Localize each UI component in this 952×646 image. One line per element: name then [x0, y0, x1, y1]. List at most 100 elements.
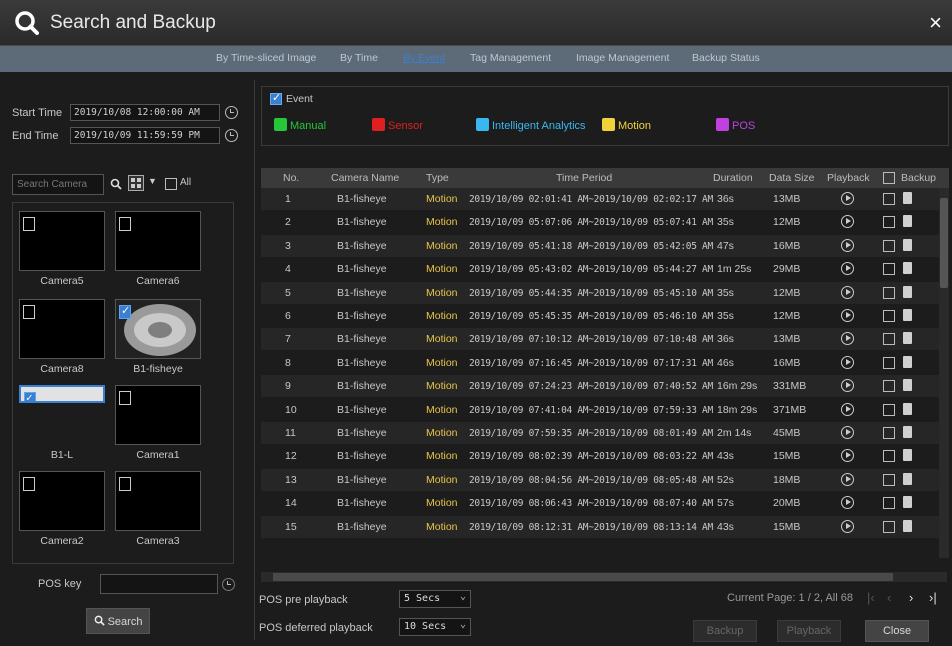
play-icon[interactable]: [841, 519, 854, 533]
document-icon[interactable]: [903, 192, 912, 204]
camera8-checkbox[interactable]: [23, 305, 35, 319]
document-icon[interactable]: [903, 402, 912, 415]
close-icon[interactable]: ×: [929, 12, 942, 34]
event-type-motion[interactable]: Motion: [602, 118, 651, 132]
first-page-icon[interactable]: |‹: [867, 590, 875, 605]
document-icon[interactable]: [903, 215, 912, 228]
backup-checkbox[interactable]: [883, 310, 895, 322]
play-icon[interactable]: [841, 449, 854, 463]
table-row[interactable]: 3 B1-fisheye Motion 2019/10/09 05:41:18 AM~…: [261, 234, 949, 257]
b1-fisheye-checkbox[interactable]: [119, 304, 131, 319]
play-icon[interactable]: [841, 262, 854, 276]
search-button[interactable]: Search: [86, 608, 150, 634]
play-icon[interactable]: [841, 402, 854, 416]
play-icon[interactable]: [841, 355, 854, 369]
scroll-thumb[interactable]: [273, 573, 893, 581]
tab-by-event[interactable]: By Event: [403, 52, 445, 64]
vertical-scrollbar[interactable]: [939, 188, 949, 558]
chevron-down-icon[interactable]: ▼: [148, 176, 157, 186]
pos-deferred-playback-select[interactable]: 10 Secs ⌄: [399, 618, 471, 636]
last-page-icon[interactable]: ›|: [929, 590, 937, 605]
table-row[interactable]: 8 B1-fisheye Motion 2019/10/09 07:16:45 AM~…: [261, 351, 949, 374]
table-row[interactable]: 5 B1-fisheye Motion 2019/10/09 05:44:35 AM~…: [261, 281, 949, 304]
document-icon[interactable]: [903, 449, 912, 462]
backup-checkbox[interactable]: [883, 239, 895, 252]
camera-tile-camera8[interactable]: [19, 299, 105, 359]
search-icon[interactable]: [110, 178, 122, 190]
table-row[interactable]: 15 B1-fisheye Motion 2019/10/09 08:12:31 AM…: [261, 515, 949, 538]
table-row[interactable]: 7 B1-fisheye Motion 2019/10/09 07:10:12 AM~…: [261, 328, 949, 351]
camera-tile-camera2[interactable]: [19, 471, 105, 531]
backup-checkbox[interactable]: [883, 497, 895, 510]
backup-all-checkbox[interactable]: [883, 172, 895, 184]
backup-checkbox[interactable]: [883, 263, 895, 276]
backup-checkbox[interactable]: [883, 380, 895, 393]
document-icon[interactable]: [903, 355, 912, 368]
end-time-input[interactable]: 2019/10/09 11:59:59 PM: [70, 127, 220, 144]
play-icon[interactable]: [841, 379, 854, 393]
end-clock-icon[interactable]: [225, 129, 238, 142]
playback-button[interactable]: Playback: [777, 620, 841, 642]
play-icon[interactable]: [841, 472, 854, 486]
event-type-sensor[interactable]: Sensor: [372, 118, 423, 132]
next-page-icon[interactable]: ›: [909, 590, 913, 605]
camera2-checkbox[interactable]: [23, 477, 35, 491]
pos-clock-icon[interactable]: [222, 578, 235, 591]
camera-tile-camera6[interactable]: [115, 211, 201, 271]
table-row[interactable]: 6 B1-fisheye Motion 2019/10/09 05:45:35 AM~…: [261, 305, 949, 327]
document-icon[interactable]: [903, 519, 912, 532]
document-icon[interactable]: [903, 309, 912, 321]
scroll-thumb[interactable]: [940, 198, 948, 288]
document-icon[interactable]: [903, 238, 912, 251]
table-row[interactable]: 10 B1-fisheye Motion 2019/10/09 07:41:04 AM…: [261, 398, 949, 421]
backup-checkbox[interactable]: [883, 427, 895, 439]
prev-page-icon[interactable]: ‹: [887, 590, 891, 605]
camera1-checkbox[interactable]: [119, 391, 131, 405]
document-icon[interactable]: [903, 472, 912, 485]
backup-checkbox[interactable]: [883, 356, 895, 369]
backup-checkbox[interactable]: [883, 333, 895, 346]
table-row[interactable]: 2 B1-fisheye Motion 2019/10/09 05:07:06 AM~…: [261, 211, 949, 234]
table-row[interactable]: 4 B1-fisheye Motion 2019/10/09 05:43:02 AM~…: [261, 258, 949, 281]
play-icon[interactable]: [841, 285, 854, 299]
document-icon[interactable]: [903, 332, 912, 345]
play-icon[interactable]: [841, 426, 854, 439]
camera-tile-b1-l[interactable]: [19, 385, 105, 403]
play-icon[interactable]: [841, 496, 854, 510]
table-row[interactable]: 1 B1-fisheye Motion 2019/10/09 02:01:41 AM~…: [261, 188, 949, 210]
all-cameras-checkbox[interactable]: [165, 178, 177, 190]
tab-image-management[interactable]: Image Management: [576, 52, 669, 64]
table-row[interactable]: 11 B1-fisheye Motion 2019/10/09 07:59:35 AM…: [261, 422, 949, 444]
play-icon[interactable]: [841, 238, 854, 252]
tab-tag-management[interactable]: Tag Management: [470, 52, 551, 64]
b1-l-checkbox[interactable]: [24, 391, 36, 401]
backup-checkbox[interactable]: [883, 473, 895, 486]
grid-view-icon[interactable]: [128, 175, 144, 191]
backup-button[interactable]: Backup: [693, 620, 757, 642]
camera3-checkbox[interactable]: [119, 477, 131, 491]
table-row[interactable]: 13 B1-fisheye Motion 2019/10/09 08:04:56 AM…: [261, 468, 949, 491]
camera5-checkbox[interactable]: [23, 217, 35, 231]
document-icon[interactable]: [903, 496, 912, 509]
close-button[interactable]: Close: [865, 620, 929, 642]
pos-pre-playback-select[interactable]: 5 Secs ⌄: [399, 590, 471, 608]
event-type-pos[interactable]: POS: [716, 118, 755, 132]
backup-checkbox[interactable]: [883, 403, 895, 416]
tab-by-time-sliced-image[interactable]: By Time-sliced Image: [216, 52, 316, 64]
camera-tile-b1-fisheye[interactable]: [115, 299, 201, 359]
tab-backup-status[interactable]: Backup Status: [692, 52, 760, 64]
horizontal-scrollbar[interactable]: [261, 572, 947, 582]
pos-key-input[interactable]: [100, 574, 218, 594]
table-row[interactable]: 9 B1-fisheye Motion 2019/10/09 07:24:23 AM~…: [261, 375, 949, 398]
event-type-intelligent-analytics[interactable]: Intelligent Analytics: [476, 118, 586, 132]
start-time-input[interactable]: 2019/10/08 12:00:00 AM: [70, 104, 220, 121]
play-icon[interactable]: [841, 309, 854, 322]
event-type-manual[interactable]: Manual: [274, 118, 326, 132]
start-clock-icon[interactable]: [225, 106, 238, 119]
search-camera-input[interactable]: Search Camera: [12, 174, 104, 195]
backup-checkbox[interactable]: [883, 216, 895, 229]
table-row[interactable]: 12 B1-fisheye Motion 2019/10/09 08:02:39 AM…: [261, 445, 949, 468]
play-icon[interactable]: [841, 332, 854, 346]
document-icon[interactable]: [903, 426, 912, 438]
backup-checkbox[interactable]: [883, 286, 895, 299]
